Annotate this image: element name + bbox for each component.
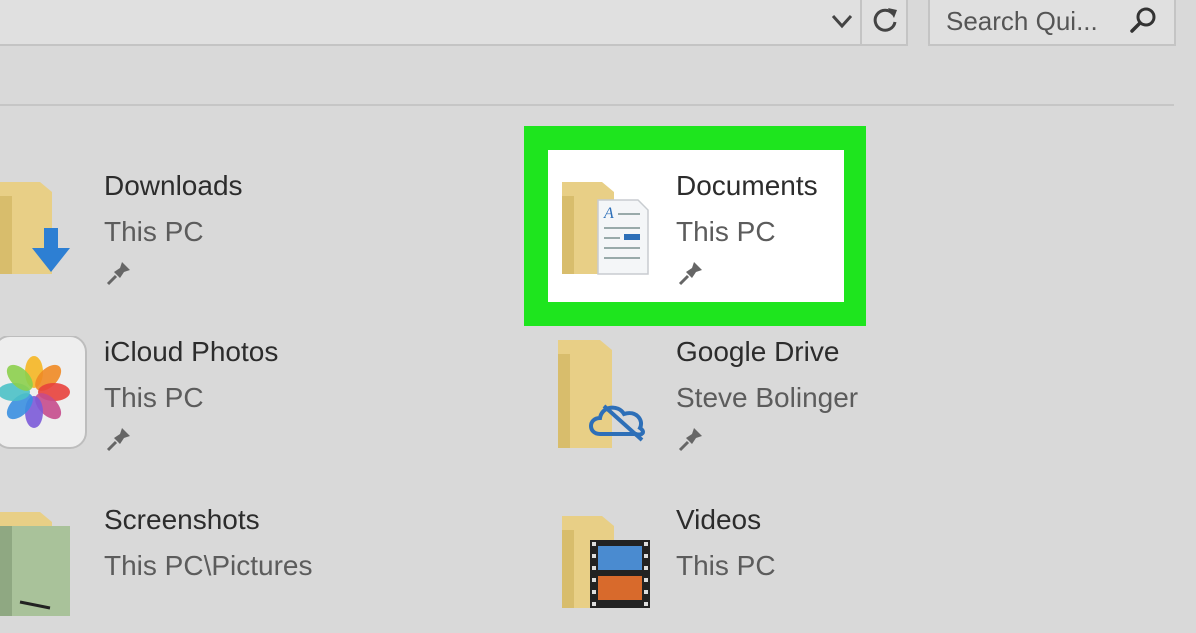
pin-icon	[676, 258, 706, 288]
item-name: Google Drive	[676, 336, 840, 367]
pin-icon	[104, 258, 134, 288]
search-box[interactable]: Search Qui...	[928, 0, 1176, 46]
screenshots-folder-icon	[0, 512, 90, 633]
videos-folder-icon	[562, 512, 662, 617]
quick-access-item-documents[interactable]: A Documents This PC	[548, 160, 844, 300]
item-location: This PC	[104, 216, 204, 247]
downloads-folder-icon	[0, 178, 90, 283]
icloud-photos-icon	[0, 335, 90, 457]
item-location: This PC	[104, 382, 204, 413]
item-name: Downloads	[104, 170, 243, 201]
item-location: This PC\Pictures	[104, 550, 313, 581]
item-name: iCloud Photos	[104, 336, 279, 367]
search-icon[interactable]	[1126, 4, 1160, 38]
chevron-down-icon[interactable]	[826, 2, 858, 38]
documents-folder-icon: A	[562, 178, 652, 283]
address-bar[interactable]	[0, 0, 908, 46]
pin-icon	[676, 424, 706, 454]
quick-access-item-google-drive[interactable]: Google Drive Steve Bolinger	[548, 326, 968, 466]
item-name: Screenshots	[104, 504, 260, 535]
item-name: Videos	[676, 504, 762, 535]
quick-access-item-icloud-photos[interactable]: iCloud Photos This PC	[0, 326, 400, 466]
pin-icon	[104, 424, 134, 454]
quick-access-item-screenshots[interactable]: Screenshots This PC\Pictures	[0, 494, 400, 628]
item-location: This PC	[676, 216, 776, 247]
item-name: Documents	[676, 170, 818, 201]
google-drive-folder-icon	[558, 336, 658, 457]
quick-access-item-downloads[interactable]: Downloads This PC	[0, 160, 400, 300]
item-location: This PC	[676, 550, 776, 581]
refresh-icon[interactable]	[866, 0, 904, 40]
divider	[0, 104, 1174, 106]
address-divider	[860, 0, 862, 44]
quick-access-item-videos[interactable]: Videos This PC	[548, 494, 968, 628]
search-input[interactable]: Search Qui...	[946, 6, 1098, 37]
svg-text:A: A	[603, 205, 614, 222]
item-location: Steve Bolinger	[676, 382, 859, 413]
